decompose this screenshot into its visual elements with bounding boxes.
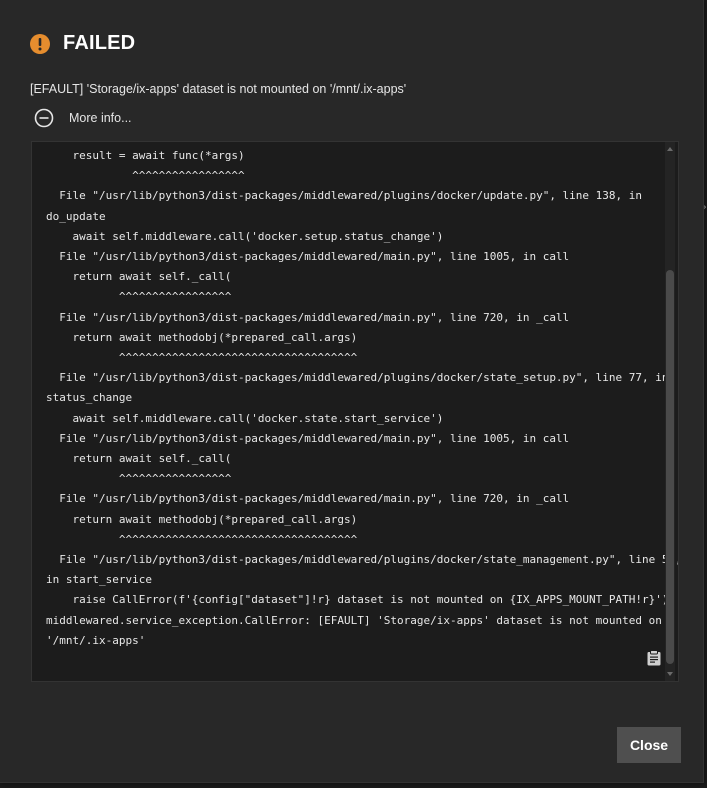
dialog-title: FAILED bbox=[63, 32, 136, 54]
error-dialog: FAILED [EFAULT] 'Storage/ix-apps' datase… bbox=[0, 0, 704, 783]
traceback-text: result = await func(*args) ^^^^^^^^^^^^^… bbox=[46, 149, 678, 647]
dialog-header: FAILED bbox=[30, 32, 135, 55]
clipboard-icon[interactable] bbox=[647, 650, 661, 666]
more-info-toggle[interactable]: More info... bbox=[34, 108, 132, 128]
more-info-label[interactable]: More info... bbox=[69, 111, 132, 125]
scroll-down-arrow-icon[interactable] bbox=[667, 672, 673, 676]
minus-circle-icon[interactable] bbox=[34, 108, 54, 128]
warning-circle-icon bbox=[30, 33, 50, 54]
close-button[interactable]: Close bbox=[617, 727, 681, 763]
traceback-scrollbar[interactable] bbox=[665, 142, 675, 681]
scrollbar-thumb[interactable] bbox=[666, 270, 674, 664]
traceback-panel[interactable]: result = await func(*args) ^^^^^^^^^^^^^… bbox=[31, 141, 679, 682]
error-message: [EFAULT] 'Storage/ix-apps' dataset is no… bbox=[30, 82, 407, 96]
scroll-up-arrow-icon[interactable] bbox=[667, 147, 673, 151]
